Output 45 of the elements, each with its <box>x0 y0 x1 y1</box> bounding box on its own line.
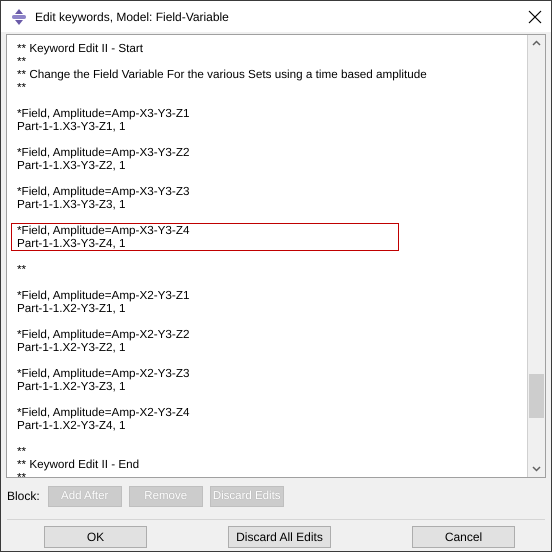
keyword-line: ** <box>17 81 28 94</box>
keyword-line: *Field, Amplitude=Amp-X2-Y3-Z3 <box>17 367 190 380</box>
keyword-line: Part-1-1.X3-Y3-Z4, 1 <box>17 237 126 250</box>
keyword-line: *Field, Amplitude=Amp-X3-Y3-Z1 <box>17 107 190 120</box>
keyword-block[interactable]: *Field, Amplitude=Amp-X2-Y3-Z4 Part-1-1.X2-Y3-Z4, 1 <box>11 405 399 433</box>
block-label: Block: <box>7 489 40 503</box>
keyword-line: Part-1-1.X3-Y3-Z1, 1 <box>17 120 126 133</box>
keyword-block[interactable]: *Field, Amplitude=Amp-X3-Y3-Z4 Part-1-1.X3-Y3-Z4, 1 <box>11 223 399 251</box>
keyword-line: Part-1-1.X3-Y3-Z3, 1 <box>17 198 126 211</box>
scrollbar[interactable] <box>527 35 545 477</box>
keyword-line: *Field, Amplitude=Amp-X2-Y3-Z1 <box>17 289 190 302</box>
keyword-block[interactable]: *Field, Amplitude=Amp-X2-Y3-Z1 Part-1-1.X2-Y3-Z1, 1 <box>11 288 399 316</box>
keyword-block[interactable]: ** Keyword Edit II - Start ** ** Change the Field Variable For the various Sets using a time based amplitude ** <box>11 41 433 95</box>
keyword-line: ** <box>17 471 28 477</box>
dialog-button[interactable]: Cancel <box>412 526 515 548</box>
keyword-line: ** <box>17 55 28 68</box>
keyword-line: ** <box>17 445 28 458</box>
keyword-line: *Field, Amplitude=Amp-X2-Y3-Z4 <box>17 406 190 419</box>
keyword-line: ** Keyword Edit II - Start <box>17 42 144 55</box>
keyword-line: ** Change the Field Variable For the various Sets using a time based amplitude <box>17 68 427 81</box>
app-icon <box>10 8 28 26</box>
keyword-editor[interactable] <box>6 34 546 478</box>
keyword-block[interactable]: ** ** Keyword Edit II - End ** <box>11 444 399 477</box>
keyword-line: Part-1-1.X2-Y3-Z1, 1 <box>17 302 126 315</box>
keyword-line: Part-1-1.X2-Y3-Z4, 1 <box>17 419 126 432</box>
keyword-line: ** <box>17 263 28 276</box>
keyword-line: *Field, Amplitude=Amp-X3-Y3-Z2 <box>17 146 190 159</box>
window-title: Edit keywords, Model: Field-Variable <box>35 10 230 24</box>
keyword-block[interactable]: ** <box>11 262 399 277</box>
keyword-block[interactable]: *Field, Amplitude=Amp-X3-Y3-Z1 Part-1-1.X3-Y3-Z1, 1 <box>11 106 399 134</box>
dialog-button[interactable]: OK <box>44 526 147 548</box>
keyword-line: Part-1-1.X2-Y3-Z3, 1 <box>17 380 126 393</box>
keyword-line: Part-1-1.X2-Y3-Z2, 1 <box>17 341 126 354</box>
keyword-block[interactable]: *Field, Amplitude=Amp-X3-Y3-Z2 Part-1-1.X3-Y3-Z2, 1 <box>11 145 399 173</box>
dialog-button[interactable]: Discard All Edits <box>228 526 331 548</box>
keyword-line: *Field, Amplitude=Amp-X3-Y3-Z3 <box>17 185 190 198</box>
scroll-thumb[interactable] <box>529 374 544 418</box>
close-icon[interactable] <box>527 8 543 24</box>
keyword-block[interactable]: *Field, Amplitude=Amp-X2-Y3-Z3 Part-1-1.X2-Y3-Z3, 1 <box>11 366 399 394</box>
keyword-line: *Field, Amplitude=Amp-X3-Y3-Z4 <box>17 224 190 237</box>
keyword-line: *Field, Amplitude=Amp-X2-Y3-Z2 <box>17 328 190 341</box>
keyword-line: Part-1-1.X3-Y3-Z2, 1 <box>17 159 126 172</box>
keyword-line: ** Keyword Edit II - End <box>17 458 140 471</box>
keyword-block[interactable]: *Field, Amplitude=Amp-X2-Y3-Z2 Part-1-1.X2-Y3-Z2, 1 <box>11 327 399 355</box>
keyword-block[interactable]: *Field, Amplitude=Amp-X3-Y3-Z3 Part-1-1.X3-Y3-Z3, 1 <box>11 184 399 212</box>
